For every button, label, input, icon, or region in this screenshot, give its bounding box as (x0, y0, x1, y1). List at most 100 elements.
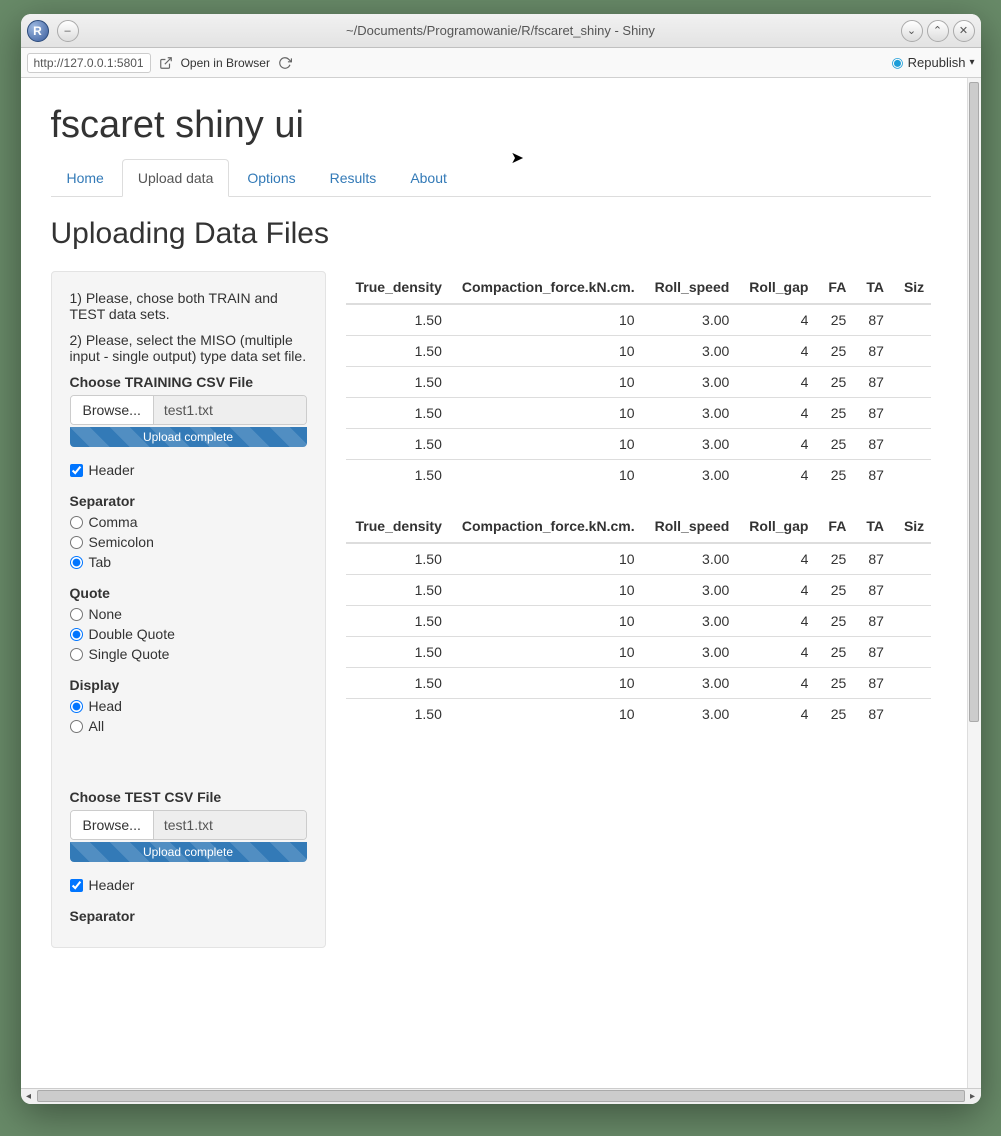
separator-radio[interactable] (70, 536, 83, 549)
table-cell: 25 (818, 668, 856, 699)
republish-label: Republish (908, 55, 966, 70)
quote-radio[interactable] (70, 608, 83, 621)
quote-option-double-quote[interactable]: Double Quote (70, 626, 307, 642)
table-cell: 25 (818, 575, 856, 606)
separator-option-comma[interactable]: Comma (70, 514, 307, 530)
table-cell: 25 (818, 336, 856, 367)
column-header: Roll_speed (645, 510, 740, 543)
table-row: 1.50103.0042587 (346, 336, 931, 367)
separator-option-tab[interactable]: Tab (70, 554, 307, 570)
r-logo-icon: R (27, 20, 49, 42)
table-cell: 4 (739, 606, 818, 637)
vertical-scrollbar[interactable] (967, 78, 981, 1088)
table-row: 1.50103.0042587 (346, 304, 931, 336)
republish-button[interactable]: ◉ Republish ▾ (891, 54, 974, 71)
close-icon[interactable]: ✕ (953, 20, 975, 42)
train-browse-button[interactable]: Browse... (71, 396, 154, 424)
quote-option-label: Single Quote (89, 646, 170, 662)
popout-icon[interactable] (157, 54, 175, 72)
maximize-icon[interactable]: ⌃ (927, 20, 949, 42)
train-file-name: test1.txt (154, 396, 306, 424)
train-progress: Upload complete (70, 427, 307, 447)
data-table-2: True_densityCompaction_force.kN.cm.Roll_… (346, 510, 931, 729)
table-cell: 1.50 (346, 460, 452, 491)
table-cell: 25 (818, 398, 856, 429)
scroll-left-icon[interactable]: ◂ (21, 1089, 37, 1103)
table-cell: 4 (739, 336, 818, 367)
table-cell: 3.00 (645, 429, 740, 460)
window-title: ~/Documents/Programowanie/R/fscaret_shin… (21, 23, 981, 38)
test-browse-button[interactable]: Browse... (71, 811, 154, 839)
table-cell: 1.50 (346, 668, 452, 699)
column-header: True_density (346, 510, 452, 543)
table-cell: 3.00 (645, 543, 740, 575)
table-cell: 10 (452, 637, 645, 668)
table-cell: 25 (818, 543, 856, 575)
table-cell: 3.00 (645, 460, 740, 491)
test-header-checkbox[interactable]: Header (70, 877, 307, 893)
quote-option-single-quote[interactable]: Single Quote (70, 646, 307, 662)
table-row: 1.50103.0042587 (346, 606, 931, 637)
tab-options[interactable]: Options (231, 159, 311, 197)
tab-about[interactable]: About (394, 159, 463, 197)
test-progress-bar: Upload complete (70, 842, 307, 862)
quote-option-label: None (89, 606, 122, 622)
display-group: Display HeadAll (70, 677, 307, 734)
minimize-icon[interactable]: ⌄ (901, 20, 923, 42)
test-header-input[interactable] (70, 879, 83, 892)
refresh-icon[interactable] (276, 54, 294, 72)
table-cell: 87 (856, 429, 894, 460)
test-progress: Upload complete (70, 842, 307, 862)
republish-icon: ◉ (891, 54, 903, 71)
table-cell: 87 (856, 637, 894, 668)
display-option-all[interactable]: All (70, 718, 307, 734)
column-header: Siz (894, 510, 931, 543)
separator-option-semicolon[interactable]: Semicolon (70, 534, 307, 550)
app-window: R – ~/Documents/Programowanie/R/fscaret_… (21, 14, 981, 1104)
table-cell: 4 (739, 543, 818, 575)
table-cell: 25 (818, 460, 856, 491)
table-cell: 10 (452, 336, 645, 367)
train-header-checkbox[interactable]: Header (70, 462, 307, 478)
scroll-right-icon[interactable]: ▸ (965, 1089, 981, 1103)
separator-radio[interactable] (70, 516, 83, 529)
table-cell: 3.00 (645, 398, 740, 429)
table-cell: 25 (818, 606, 856, 637)
table-cell: 3.00 (645, 699, 740, 730)
display-radio[interactable] (70, 720, 83, 733)
table-row: 1.50103.0042587 (346, 429, 931, 460)
table-row: 1.50103.0042587 (346, 575, 931, 606)
quote-radio[interactable] (70, 648, 83, 661)
table-cell: 10 (452, 367, 645, 398)
nav-tabs: HomeUpload dataOptionsResultsAbout (51, 159, 931, 197)
tab-upload-data[interactable]: Upload data (122, 159, 230, 197)
titlebar-button[interactable]: – (57, 20, 79, 42)
table-cell: 10 (452, 304, 645, 336)
column-header: TA (856, 510, 894, 543)
column-header: FA (818, 271, 856, 304)
column-header: True_density (346, 271, 452, 304)
h-scrollbar-thumb[interactable] (37, 1090, 965, 1102)
open-in-browser-link[interactable]: Open in Browser (181, 56, 270, 70)
separator-radio[interactable] (70, 556, 83, 569)
train-header-input[interactable] (70, 464, 83, 477)
tab-home[interactable]: Home (51, 159, 120, 197)
table-cell: 10 (452, 429, 645, 460)
table-cell: 10 (452, 668, 645, 699)
table-cell: 1.50 (346, 543, 452, 575)
quote-option-none[interactable]: None (70, 606, 307, 622)
column-header: Roll_gap (739, 271, 818, 304)
table-cell: 1.50 (346, 398, 452, 429)
display-option-head[interactable]: Head (70, 698, 307, 714)
display-radio[interactable] (70, 700, 83, 713)
table-cell: 10 (452, 398, 645, 429)
horizontal-scrollbar[interactable]: ◂ ▸ (21, 1088, 981, 1104)
quote-label: Quote (70, 585, 307, 601)
url-field[interactable]: http://127.0.0.1:5801 (27, 53, 151, 73)
quote-radio[interactable] (70, 628, 83, 641)
table-cell: 3.00 (645, 304, 740, 336)
test-file-group: Choose TEST CSV File Browse... test1.txt… (70, 789, 307, 862)
scrollbar-thumb[interactable] (969, 82, 979, 722)
tab-results[interactable]: Results (314, 159, 393, 197)
separator-option-label: Tab (89, 554, 112, 570)
